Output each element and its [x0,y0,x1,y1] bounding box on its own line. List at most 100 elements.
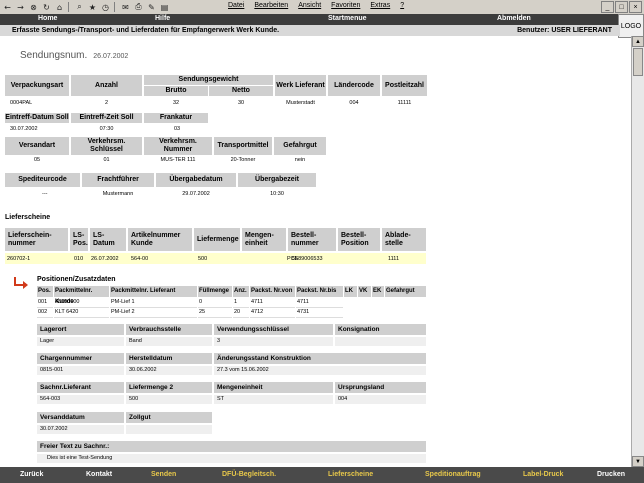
scroll-up-icon[interactable]: ▲ [632,36,644,47]
section-positionen: Positionen/Zusatzdaten [37,276,116,283]
page-date: 26.07.2002 [93,53,129,60]
footer-speditionauftrag[interactable]: Speditionauftrag [425,471,481,478]
toolbar-divider [114,2,115,12]
menu-extras[interactable]: Extras [370,2,390,9]
col-versandart: Versandart [5,137,69,155]
val-verbrauchsstelle: Band [126,337,212,346]
pos-pm-kunde: 48000000 [54,298,109,308]
val-herstelldatum: 30.06.2002 [126,366,212,375]
val-lagerort: Lager [37,337,124,346]
home-icon[interactable]: ⌂ [54,2,65,12]
vertical-scrollbar[interactable]: ▲ ▼ [631,36,644,467]
back-icon[interactable]: ← [2,2,13,12]
val-chargennummer: 0815-001 [37,366,124,375]
favorites-icon[interactable]: ★ [87,2,98,12]
menu-favoriten[interactable]: Favoriten [331,2,360,9]
col-artikelnummer: Artikelnummer Kunde [128,228,192,251]
col-pm-lieferant: Packmittelnr. Lieferant [110,286,197,297]
arrow-right-icon [14,277,28,289]
scroll-down-icon[interactable]: ▼ [632,456,644,467]
col-transportmittel: Transportmittel [214,137,272,155]
col-frachtfuehrer: Frachtführer [82,173,154,187]
nav-start[interactable]: Startmenue [328,15,367,22]
col-bestellnummer: Bestell-nummer [288,228,336,251]
footer-senden[interactable]: Senden [151,471,176,478]
menu-ansicht[interactable]: Ansicht [298,2,321,9]
val-spediteurcode: --- [42,191,48,197]
col-eintreff-datum: Eintreff-Datum Soll [5,113,69,123]
pos-von: 4712 [250,308,295,318]
col-netto: Netto [209,86,273,96]
lieferschein-row[interactable]: 260702-1 010 26.07.2002 564-00 500 PCE 5… [5,253,426,264]
val-uebergabezeit: 10:30 [270,191,284,197]
footer-lieferscheine[interactable]: Lieferscheine [328,471,373,478]
footer-drucken[interactable]: Drucken [597,471,625,478]
menu-bearbeiten[interactable]: Bearbeiten [254,2,288,9]
pos-bis: 4731 [296,308,343,318]
menu-help[interactable]: ? [400,2,404,9]
toolbar-divider [68,2,69,12]
col-fuellmenge: Füllmenge [198,286,232,297]
col-lieferschein-nr: Lieferschein-nummer [5,228,68,251]
history-icon[interactable]: ◷ [100,2,111,12]
col-uebergabezeit: Übergabezeit [238,173,316,187]
col-eintreff-zeit: Eintreff-Zeit Soll [71,113,142,123]
val-mengeneinheit: ST [214,395,333,404]
forward-icon[interactable]: → [15,2,26,12]
col-postleitzahl: Postleitzahl [382,75,427,96]
label-verbrauchsstelle: Verbrauchsstelle [126,324,212,335]
nav-home[interactable]: Home [38,15,57,22]
footer-label-druck[interactable]: Label-Druck [523,471,563,478]
ls-bestellnummer: 5589006533 [292,256,323,262]
col-mengeneinheit: Mengen-einheit [242,228,286,251]
edit-icon[interactable]: ✎ [146,2,157,12]
ls-pos: 010 [74,256,84,262]
val-liefermenge2: 500 [126,395,212,404]
window-controls: _ □ × [601,1,642,13]
maximize-icon[interactable]: □ [615,1,628,13]
col-spediteurcode: Spediteurcode [5,173,80,187]
sub-header: Erfasste Sendungs-/Transport- und Liefer… [0,25,620,36]
nav-help[interactable]: Hilfe [155,15,170,22]
pos-pm-lieferant: PM-Lief 1 [110,298,197,308]
pos-nr: 002 [37,308,53,318]
val-freitext: Dies ist eine Test-Sendung [37,454,426,463]
minimize-icon[interactable]: _ [601,1,614,13]
col-frankatur: Frankatur [144,113,208,123]
val-verwendungsschluessel: 3 [214,337,333,346]
col-verkehrsm-schluessel: Verkehrsm. Schlüssel [71,137,142,155]
print-icon[interactable]: ⎙ [133,2,144,12]
footer-dfue[interactable]: DFÜ-Begleitsch. [222,471,276,478]
val-konsignation [335,337,426,346]
mail-icon[interactable]: ✉ [120,2,131,12]
pos-anz: 1 [233,298,249,308]
nav-logout[interactable]: Abmelden [497,15,531,22]
ls-nummer[interactable]: 260702-1 [7,256,30,262]
search-icon[interactable]: ⌕ [74,2,85,12]
col-pm-kunde: Packmittelnr. Kunde [54,286,109,305]
val-verkehrsm-schluessel: 01 [103,157,110,163]
main-content: Sendungsnum. 26.07.2002 Verpackungsart An… [0,36,631,467]
scroll-thumb[interactable] [633,48,643,76]
refresh-icon[interactable]: ↻ [41,2,52,12]
pos-nr: 001 [37,298,53,308]
discuss-icon[interactable]: ▤ [159,2,170,12]
col-ek: EK [372,286,384,297]
section-lieferscheine: Lieferscheine [5,214,51,221]
pos-pm-kunde: KLT 6420 [54,308,109,318]
val-aenderungsstand: 27.3 vom 15.06.2002 [214,366,426,375]
val-eintreff-datum: 30.07.2002 [10,126,38,132]
company-logo: LOGO [618,14,644,38]
val-eintreff-zeit: 07:30 [99,126,114,132]
footer-kontakt[interactable]: Kontakt [86,471,112,478]
menu-datei[interactable]: Datei [228,2,244,9]
val-verpackungsart: 0004PAL [10,100,33,106]
label-versanddatum: Versanddatum [37,412,124,423]
label-ursprungsland: Ursprungsland [335,382,426,393]
stop-icon[interactable]: ⊗ [28,2,39,12]
footer-zurueck[interactable]: Zurück [20,471,43,478]
val-netto: 30 [237,100,245,106]
close-icon[interactable]: × [629,1,642,13]
col-packst-von: Packst. Nr.von [250,286,295,297]
user-label: Benutzer: USER LIEFERANT [517,27,612,34]
